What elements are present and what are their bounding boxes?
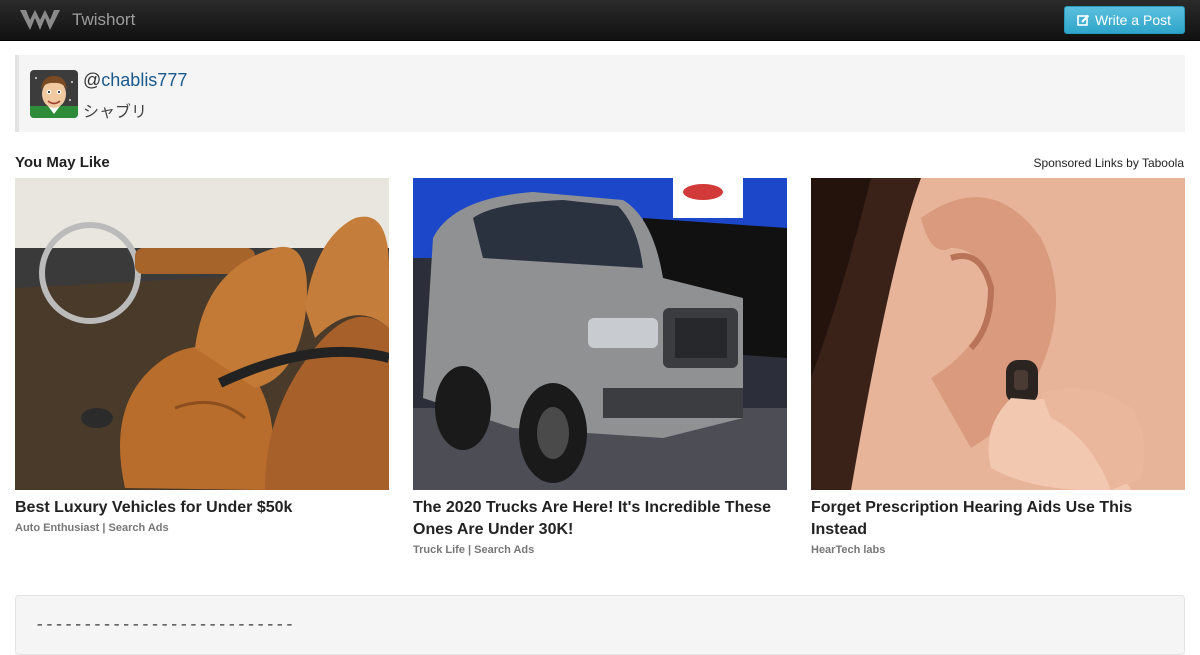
ad-card[interactable]: The 2020 Trucks Are Here! It's Incredibl…: [413, 178, 787, 556]
display-name: シャブリ: [83, 104, 148, 121]
ad-card[interactable]: Forget Prescription Hearing Aids Use Thi…: [811, 178, 1185, 556]
ad-source: Auto Enthusiast | Search Ads: [15, 522, 169, 534]
sponsored-links-label[interactable]: Sponsored Links by Taboola: [1033, 156, 1184, 170]
ad-title[interactable]: Forget Prescription Hearing Aids Use Thi…: [811, 497, 1185, 541]
hearing-aid-image[interactable]: [811, 178, 1185, 490]
username-link[interactable]: chablis777: [101, 70, 187, 90]
write-post-button[interactable]: Write a Post: [1064, 6, 1185, 34]
truck-image[interactable]: [413, 178, 787, 490]
brand-name[interactable]: Twishort: [72, 10, 135, 30]
post-card: ---------------------------: [15, 595, 1185, 655]
ad-title[interactable]: The 2020 Trucks Are Here! It's Incredibl…: [413, 497, 787, 541]
twishort-logo-icon[interactable]: [18, 6, 62, 34]
car-interior-image[interactable]: [15, 178, 389, 490]
ad-title[interactable]: Best Luxury Vehicles for Under $50k: [15, 497, 389, 519]
ad-source: Truck Life | Search Ads: [413, 544, 535, 556]
avatar[interactable]: [30, 70, 78, 118]
edit-icon: [1077, 14, 1090, 26]
author-card: @chablis777 シャブリ: [15, 55, 1185, 132]
write-post-label: Write a Post: [1095, 11, 1171, 28]
username-handle[interactable]: @chablis777: [83, 70, 187, 91]
you-may-like-heading: You May Like: [15, 154, 110, 171]
top-navbar: Twishort Write a Post: [0, 0, 1200, 41]
post-text: ---------------------------: [35, 616, 295, 634]
ad-card[interactable]: Best Luxury Vehicles for Under $50k Auto…: [15, 178, 389, 534]
ad-source: HearTech labs: [811, 544, 886, 556]
